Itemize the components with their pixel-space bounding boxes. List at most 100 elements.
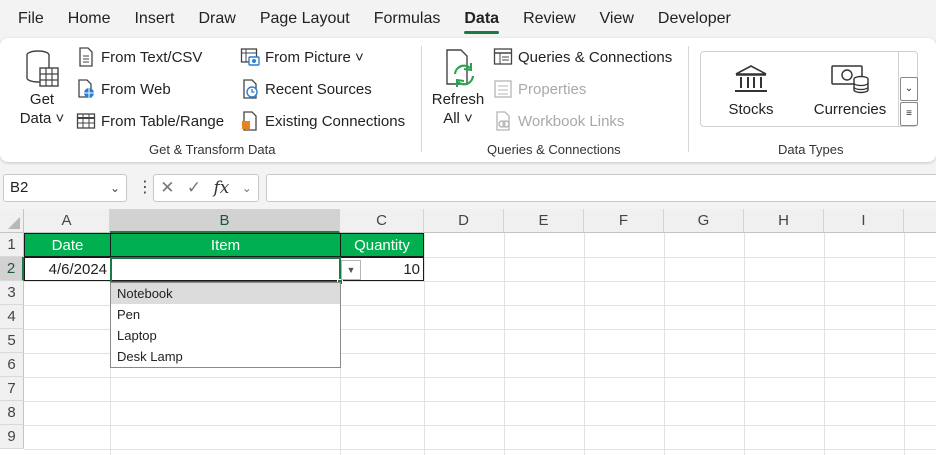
row-header-9[interactable]: 9	[0, 425, 24, 449]
data-types-group-label: Data Types	[778, 142, 844, 157]
menu-insert[interactable]: Insert	[134, 0, 174, 38]
column-header-b[interactable]: B	[110, 209, 340, 233]
currency-icon	[831, 65, 869, 94]
row-header-7[interactable]: 7	[0, 377, 24, 401]
row-header-4[interactable]: 4	[0, 305, 24, 329]
name-box-value: B2	[10, 179, 29, 196]
recent-sources-label: Recent Sources	[265, 80, 372, 98]
chevron-down-icon[interactable]: ⌄	[242, 181, 252, 195]
cancel-icon[interactable]: ✕	[160, 178, 174, 198]
from-web-label: From Web	[101, 80, 171, 98]
menu-review[interactable]: Review	[523, 0, 575, 38]
column-header-d[interactable]: D	[424, 209, 504, 233]
formula-bar: B2 ⌄ ⋮ ✕ ✓ fx ⌄	[0, 172, 936, 204]
column-header-i[interactable]: I	[824, 209, 904, 233]
more-options-icon[interactable]: ⋮	[137, 179, 153, 197]
row-header-8[interactable]: 8	[0, 401, 24, 425]
gridline	[504, 233, 505, 455]
column-header-h[interactable]: H	[744, 209, 824, 233]
connection-file-icon	[242, 111, 257, 131]
menu-view[interactable]: View	[600, 0, 634, 38]
cell-a2[interactable]: 4/6/2024	[24, 257, 111, 281]
workbook-links-button[interactable]: Workbook Links	[493, 111, 624, 131]
refresh-icon	[446, 49, 475, 87]
from-table-range-label: From Table/Range	[101, 112, 225, 130]
from-table-range-button[interactable]: From Table/Range	[76, 111, 224, 131]
name-box[interactable]: B2 ⌄	[3, 174, 127, 202]
check-icon[interactable]: ✓	[187, 178, 201, 198]
gridline	[24, 377, 936, 378]
column-header-f[interactable]: F	[584, 209, 664, 233]
existing-connections-label: Existing Connections	[265, 112, 406, 130]
dropdown-option[interactable]: Desk Lamp	[111, 346, 340, 367]
refresh-label-2: All ˅	[443, 110, 473, 127]
more-icon[interactable]: ≡	[900, 102, 918, 126]
currencies-button[interactable]: Currencies	[808, 64, 892, 119]
select-all-corner[interactable]	[0, 209, 24, 233]
from-text-csv-label: From Text/CSV	[101, 48, 203, 66]
column-header-j[interactable]	[904, 209, 936, 233]
cell-b2[interactable]	[110, 257, 341, 281]
bank-icon	[735, 65, 767, 92]
from-text-csv-button[interactable]: From Text/CSV	[76, 47, 202, 67]
picture-table-icon	[240, 48, 260, 66]
dropdown-arrow-button[interactable]: ▼	[341, 260, 361, 280]
from-picture-button[interactable]: From Picture ˅	[240, 47, 364, 67]
get-data-label-1: Get	[29, 91, 55, 108]
refresh-all-button[interactable]: Refresh All ˅	[430, 48, 486, 128]
column-header-e[interactable]: E	[504, 209, 584, 233]
cell-a1[interactable]: Date	[24, 233, 111, 257]
gridline	[824, 233, 825, 455]
gridline	[24, 401, 936, 402]
menu-home[interactable]: Home	[68, 0, 111, 38]
recent-sources-button[interactable]: Recent Sources	[240, 79, 372, 99]
validation-dropdown-list: Notebook Pen Laptop Desk Lamp	[110, 282, 341, 368]
column-header-c[interactable]: C	[340, 209, 424, 233]
menu-developer[interactable]: Developer	[658, 0, 731, 38]
menu-formulas[interactable]: Formulas	[374, 0, 441, 38]
chevron-down-icon[interactable]: ⌄	[900, 77, 918, 101]
gridline	[584, 233, 585, 455]
properties-button[interactable]: Properties	[493, 79, 586, 99]
get-data-button[interactable]: Get Data ˅	[14, 48, 70, 128]
properties-label: Properties	[518, 80, 587, 98]
queries-connections-icon	[493, 48, 513, 65]
row-header-5[interactable]: 5	[0, 329, 24, 353]
cell-b1[interactable]: Item	[110, 233, 341, 257]
chevron-down-icon[interactable]: ⌄	[110, 175, 120, 201]
ribbon: Get Data ˅ From Text/CSV From Web From T…	[0, 38, 936, 162]
menu-file[interactable]: File	[18, 0, 44, 38]
formula-controls: ✕ ✓ fx ⌄	[153, 174, 259, 202]
properties-icon	[494, 80, 512, 98]
formula-input[interactable]	[266, 174, 936, 202]
menu-draw[interactable]: Draw	[198, 0, 235, 38]
worksheet-grid: A B C D E F G H I 1 2 3 4 5 6 7 8 9 Date…	[0, 209, 936, 455]
dropdown-option[interactable]: Notebook	[111, 283, 340, 304]
queries-connections-button[interactable]: Queries & Connections	[493, 47, 672, 67]
dropdown-option[interactable]: Laptop	[111, 325, 340, 346]
column-header-a[interactable]: A	[24, 209, 110, 233]
row-header-2[interactable]: 2	[0, 257, 24, 281]
dropdown-option[interactable]: Pen	[111, 304, 340, 325]
gridline	[24, 425, 936, 426]
menu-page-layout[interactable]: Page Layout	[260, 0, 350, 38]
insert-function-button[interactable]: fx	[213, 178, 229, 198]
gridline	[664, 233, 665, 455]
row-header-1[interactable]: 1	[0, 233, 24, 257]
column-header-g[interactable]: G	[664, 209, 744, 233]
menu-data[interactable]: Data	[464, 0, 499, 38]
text-file-icon	[79, 47, 93, 67]
gridline	[904, 233, 905, 455]
from-web-button[interactable]: From Web	[76, 79, 171, 99]
ribbon-separator	[421, 46, 422, 152]
row-header-6[interactable]: 6	[0, 353, 24, 377]
get-data-label-2: Data ˅	[19, 110, 65, 127]
database-icon	[26, 50, 59, 87]
workbook-links-icon	[496, 111, 510, 131]
queries-group-label: Queries & Connections	[487, 142, 621, 157]
existing-connections-button[interactable]: Existing Connections	[240, 111, 405, 131]
stocks-button[interactable]: Stocks	[716, 64, 786, 119]
stocks-label: Stocks	[728, 101, 774, 118]
row-header-3[interactable]: 3	[0, 281, 24, 305]
cell-c1[interactable]: Quantity	[340, 233, 424, 257]
